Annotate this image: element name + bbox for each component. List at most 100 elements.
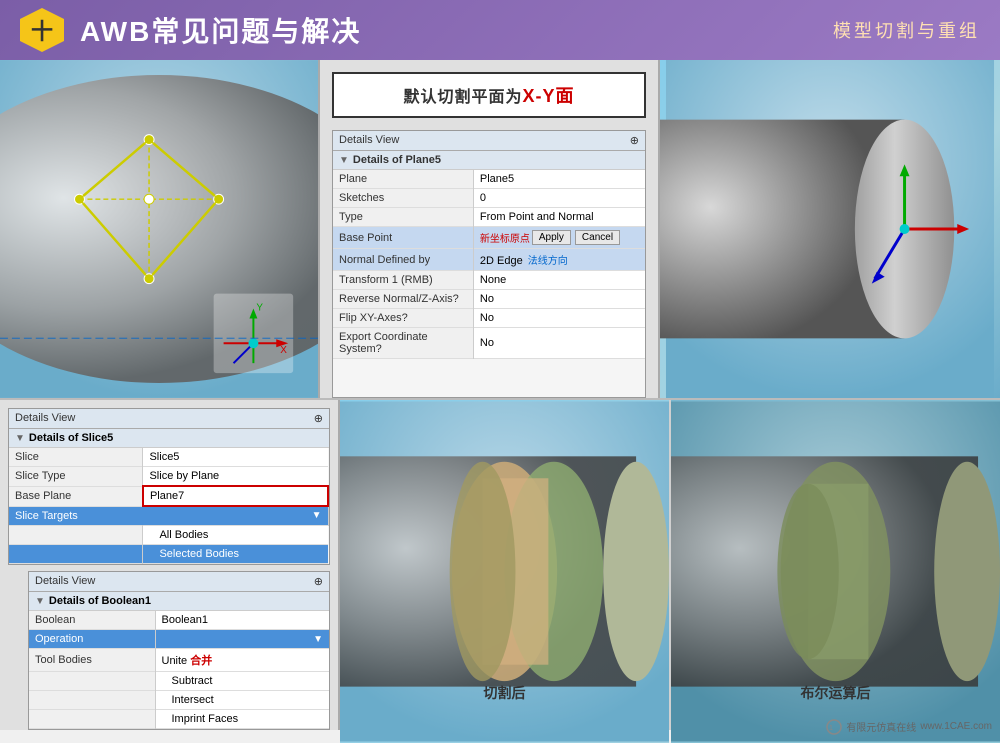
boolean-panel-header: Details View ⊕ bbox=[29, 572, 329, 592]
row-label: Plane bbox=[333, 170, 473, 189]
table-row: Export Coordinate System? No bbox=[333, 328, 645, 359]
details-panel-title: ▼ Details of Plane5 bbox=[333, 151, 645, 170]
watermark-icon: 1 bbox=[826, 719, 842, 735]
slice-targets-row: Slice Targets ▼ bbox=[9, 506, 328, 526]
base-point-row: Base Point 新坐标原点 Apply Cancel bbox=[333, 227, 645, 249]
slice-section-title: Details of Slice5 bbox=[29, 432, 113, 444]
table-row: Sketches 0 bbox=[333, 189, 645, 208]
normal-chinese-label: 法线方向 bbox=[528, 256, 568, 267]
watermark-text: 有限元仿真在线 bbox=[846, 719, 916, 734]
table-row: Transform 1 (RMB) None bbox=[333, 271, 645, 290]
slice-targets-label[interactable]: Slice Targets ▼ bbox=[9, 506, 328, 526]
row-label: Tool Bodies bbox=[29, 649, 155, 672]
bottom-right-views: 切割后 bbox=[340, 400, 1000, 730]
indent-spacer bbox=[29, 691, 155, 710]
svg-text:1: 1 bbox=[829, 725, 833, 732]
svg-text:Y: Y bbox=[256, 302, 263, 313]
slice5-panel: Details View ⊕ ▼ Details of Slice5 Slice… bbox=[8, 408, 330, 565]
subtract-row: Subtract bbox=[29, 672, 329, 691]
plane5-table: Plane Plane5 Sketches 0 Type From Point … bbox=[333, 170, 645, 359]
row-label: Base Point bbox=[333, 227, 473, 249]
top-section: Y X 默认切割平面为X-Y面 bbox=[0, 60, 1000, 400]
row-label: Slice bbox=[9, 448, 143, 467]
selected-bodies-row: Selected Bodies bbox=[9, 545, 328, 564]
boolean-panel-title: ▼ Details of Boolean1 bbox=[29, 592, 329, 611]
bottom-3d-views-container: 切割后 bbox=[340, 400, 1000, 743]
row-label: Transform 1 (RMB) bbox=[333, 271, 473, 290]
row-label: Reverse Normal/Z-Axis? bbox=[333, 290, 473, 309]
normal-defined-row: Normal Defined by 2D Edge 法线方向 bbox=[333, 249, 645, 271]
top-center-panel: 默认切割平面为X-Y面 Details View ⊕ ▼ Details of … bbox=[320, 60, 660, 398]
unite-chinese: 合并 bbox=[190, 655, 212, 667]
table-row: Slice Type Slice by Plane bbox=[9, 467, 328, 487]
header-title: AWB常见问题与解决 bbox=[80, 10, 361, 50]
row-value: No bbox=[473, 328, 645, 359]
main-content: Y X 默认切割平面为X-Y面 bbox=[0, 60, 1000, 730]
imprint-faces-row: Imprint Faces bbox=[29, 710, 329, 729]
operation-value[interactable]: ▼ bbox=[155, 630, 329, 649]
top-right-3d-view bbox=[660, 60, 1000, 398]
row-value: Unite 合并 bbox=[155, 649, 329, 672]
watermark: 1 有限元仿真在线 www.1CAE.com bbox=[826, 719, 992, 735]
details-panel-header: Details View ⊕ bbox=[333, 131, 645, 151]
indent-spacer bbox=[29, 710, 155, 729]
tool-bodies-row: Tool Bodies Unite 合并 bbox=[29, 649, 329, 672]
header: 十 AWB常见问题与解决 模型切割与重组 bbox=[0, 0, 1000, 60]
row-value: Boolean1 bbox=[155, 611, 329, 630]
base-point-chinese: 新坐标原点 bbox=[480, 230, 530, 245]
row-value: 新坐标原点 Apply Cancel bbox=[473, 227, 645, 249]
table-row: Type From Point and Normal bbox=[333, 208, 645, 227]
details-panel-header-text: Details View bbox=[339, 134, 399, 147]
svg-text:X: X bbox=[280, 345, 287, 356]
row-value: Plane5 bbox=[473, 170, 645, 189]
intersect-label[interactable]: Intersect bbox=[155, 691, 329, 710]
all-bodies-label[interactable]: All Bodies bbox=[143, 526, 328, 545]
boolean-collapse-icon[interactable]: ▼ bbox=[35, 596, 45, 607]
selected-bodies-label[interactable]: Selected Bodies bbox=[143, 545, 328, 564]
header-icon-text: 十 bbox=[31, 14, 53, 46]
slice-pin[interactable]: ⊕ bbox=[314, 412, 323, 425]
boolean-section-title: Details of Boolean1 bbox=[49, 595, 151, 607]
base-plane-value[interactable]: Plane7 bbox=[143, 486, 328, 506]
apply-button[interactable]: Apply bbox=[532, 230, 571, 245]
operation-row: Operation ▼ bbox=[29, 630, 329, 649]
title-highlight: X-Y面 bbox=[523, 86, 575, 106]
row-value: None bbox=[473, 271, 645, 290]
slice-collapse-icon[interactable]: ▼ bbox=[15, 433, 25, 444]
after-cut-label: 切割后 bbox=[484, 683, 526, 703]
indent-spacer bbox=[9, 545, 143, 564]
boolean1-panel: Details View ⊕ ▼ Details of Boolean1 Boo… bbox=[28, 571, 330, 730]
title-prefix: 默认切割平面为 bbox=[403, 89, 522, 106]
subtract-label[interactable]: Subtract bbox=[155, 672, 329, 691]
bottom-left-panels: Details View ⊕ ▼ Details of Slice5 Slice… bbox=[0, 400, 340, 730]
imprint-faces-label[interactable]: Imprint Faces bbox=[155, 710, 329, 729]
row-value: Slice5 bbox=[143, 448, 328, 467]
row-label: Export Coordinate System? bbox=[333, 328, 473, 359]
boolean-pin[interactable]: ⊕ bbox=[314, 575, 323, 588]
table-row: Plane Plane5 bbox=[333, 170, 645, 189]
after-boolean-label: 布尔运算后 bbox=[801, 683, 871, 703]
table-row: Boolean Boolean1 bbox=[29, 611, 329, 630]
watermark-url: www.1CAE.com bbox=[920, 721, 992, 732]
row-value: Slice by Plane bbox=[143, 467, 328, 487]
collapse-icon[interactable]: ▼ bbox=[339, 155, 349, 166]
operation-label: Operation bbox=[29, 630, 155, 649]
unite-value: Unite bbox=[162, 655, 188, 667]
boolean1-table: Boolean Boolean1 Operation ▼ Tool Bodies… bbox=[29, 611, 329, 729]
row-label: Type bbox=[333, 208, 473, 227]
header-icon: 十 bbox=[20, 8, 64, 52]
boolean-header-text: Details View bbox=[35, 575, 95, 588]
slice-header-text: Details View bbox=[15, 412, 75, 425]
slice5-table: Slice Slice5 Slice Type Slice by Plane B… bbox=[9, 448, 329, 564]
bottom-section: Details View ⊕ ▼ Details of Slice5 Slice… bbox=[0, 400, 1000, 730]
row-value: No bbox=[473, 290, 645, 309]
base-plane-row: Base Plane Plane7 bbox=[9, 486, 328, 506]
watermark-logo: 1 有限元仿真在线 www.1CAE.com bbox=[826, 719, 992, 735]
plane5-details-panel: Details View ⊕ ▼ Details of Plane5 Plane… bbox=[332, 130, 646, 398]
cancel-button[interactable]: Cancel bbox=[575, 230, 620, 245]
details-panel-pin[interactable]: ⊕ bbox=[630, 134, 639, 147]
row-label: Sketches bbox=[333, 189, 473, 208]
top-left-3d-view: Y X bbox=[0, 60, 320, 398]
table-row: Slice Slice5 bbox=[9, 448, 328, 467]
row-value: From Point and Normal bbox=[473, 208, 645, 227]
